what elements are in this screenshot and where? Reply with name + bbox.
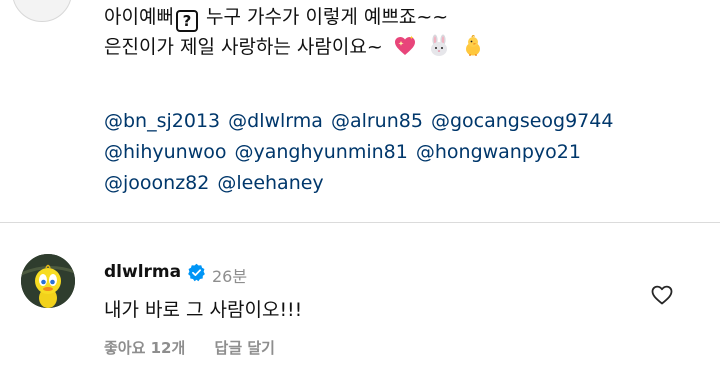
mention-link[interactable]: @hongwanpyo21 bbox=[416, 141, 581, 163]
caption-text: 은진이가 제일 사랑하는 사람이요~ bbox=[104, 36, 383, 58]
mention-link[interactable]: @hihyunwoo bbox=[104, 141, 226, 163]
chick-icon bbox=[465, 35, 480, 56]
likes-count-link[interactable]: 좋아요 12개 bbox=[104, 339, 185, 357]
comment-avatar[interactable] bbox=[21, 254, 75, 308]
comment-timestamp: 26분 bbox=[212, 267, 248, 286]
reply-button[interactable]: 답글 달기 bbox=[215, 339, 275, 357]
verified-badge-icon bbox=[188, 263, 205, 282]
mention-link[interactable]: @jooonz82 bbox=[104, 172, 209, 194]
mentions-row: @hihyunwoo @yanghyunmin81 @hongwanpyo21 bbox=[104, 137, 714, 168]
tweety-avatar-icon bbox=[21, 254, 75, 308]
comment-actions: 좋아요 12개 답글 달기 bbox=[104, 337, 275, 358]
mentions-row: @jooonz82 @leehaney bbox=[104, 168, 714, 199]
mentions-list: @bn_sj2013 @dlwlrma @alrun85 @gocangseog974… bbox=[104, 106, 714, 199]
mentions-row: @bn_sj2013 @dlwlrma @alrun85 @gocangseog974… bbox=[104, 106, 714, 137]
rabbit-face-icon bbox=[430, 34, 447, 56]
caption-text: 아이예뻐 bbox=[104, 6, 174, 28]
mention-link[interactable]: @alrun85 bbox=[331, 110, 423, 132]
mention-link[interactable]: @yanghyunmin81 bbox=[234, 141, 407, 163]
question-box-glyph: ? bbox=[175, 10, 198, 32]
caption-text: 누구 가수가 이렇게 예쁘죠~~ bbox=[199, 6, 449, 28]
mention-link[interactable]: @dlwlrma bbox=[228, 110, 323, 132]
comment-text: 내가 바로 그 사람이오!!! bbox=[104, 299, 303, 321]
mention-link[interactable]: @gocangseog9744 bbox=[431, 110, 614, 132]
sparkling-heart-icon bbox=[394, 35, 415, 55]
caption-line-1: 아이예뻐? 누구 가수가 이렇게 예쁘죠~~ bbox=[104, 2, 704, 32]
divider bbox=[0, 222, 720, 223]
comment-username[interactable]: dlwlrma bbox=[104, 262, 181, 282]
caption-line-2: 은진이가 제일 사랑하는 사람이요~ bbox=[104, 32, 704, 62]
post-caption: 아이예뻐? 누구 가수가 이렇게 예쁘죠~~ 은진이가 제일 사랑하는 사람이요… bbox=[104, 2, 704, 62]
heart-icon[interactable] bbox=[650, 283, 674, 307]
post-author-avatar[interactable] bbox=[12, 0, 72, 22]
mention-link[interactable]: @bn_sj2013 bbox=[104, 110, 220, 132]
mention-link[interactable]: @leehaney bbox=[217, 172, 323, 194]
